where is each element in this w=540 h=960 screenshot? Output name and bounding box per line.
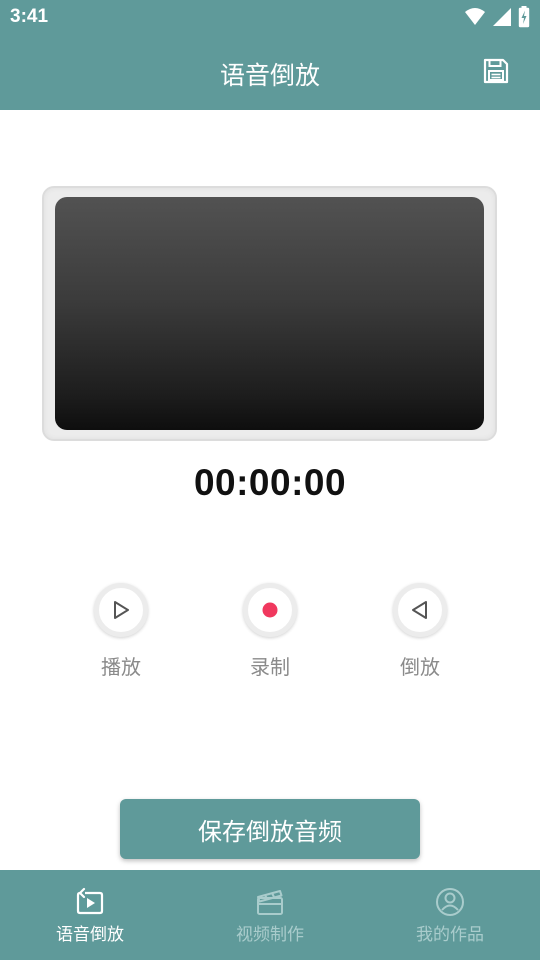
app-root: 3:41 语音倒放 00:00:00 播放 录制 倒放 保存倒放音频 语音倒放 …	[0, 0, 540, 960]
nav-label-my-works: 我的作品	[416, 925, 484, 945]
nav-item-voice-reverse[interactable]: 语音倒放	[0, 870, 180, 960]
display-frame	[42, 186, 497, 441]
reverse-play-label: 倒放	[400, 655, 440, 679]
record-label: 录制	[250, 655, 290, 679]
reverse-play-outline-icon	[412, 601, 427, 619]
clapperboard-icon	[257, 890, 283, 915]
play-button-circle[interactable]	[94, 583, 148, 637]
play-label: 播放	[101, 655, 141, 679]
signal-icon	[493, 8, 511, 26]
battery-charging-icon	[518, 6, 530, 28]
bottom-nav: 语音倒放 视频制作 我的作品	[0, 870, 540, 960]
record-button-circle[interactable]	[243, 583, 297, 637]
floppy-save-icon[interactable]	[482, 57, 510, 85]
timer-readout: 00:00:00	[193, 462, 347, 503]
reverse-play-button-circle[interactable]	[393, 583, 447, 637]
play-button[interactable]: 播放	[66, 583, 176, 680]
reverse-play-button[interactable]: 倒放	[365, 583, 475, 680]
play-outline-icon	[114, 601, 129, 619]
record-dot-icon	[262, 602, 278, 618]
display-screen	[55, 197, 484, 430]
status-time: 3:41	[10, 6, 49, 27]
nav-item-video-make[interactable]: 视频制作	[180, 870, 360, 960]
nav-label-voice-reverse: 语音倒放	[56, 925, 124, 945]
user-circle-icon	[436, 888, 464, 916]
status-icons	[464, 6, 530, 28]
reverse-play-icon	[76, 887, 104, 915]
wifi-icon	[465, 8, 485, 25]
nav-label-video-make: 视频制作	[236, 925, 304, 945]
save-reversed-audio-button[interactable]: 保存倒放音频	[120, 799, 420, 859]
page-title: 语音倒放	[219, 61, 320, 90]
nav-item-my-works[interactable]: 我的作品	[360, 870, 540, 960]
record-button[interactable]: 录制	[215, 583, 325, 680]
top-bar: 3:41 语音倒放	[0, 0, 540, 110]
